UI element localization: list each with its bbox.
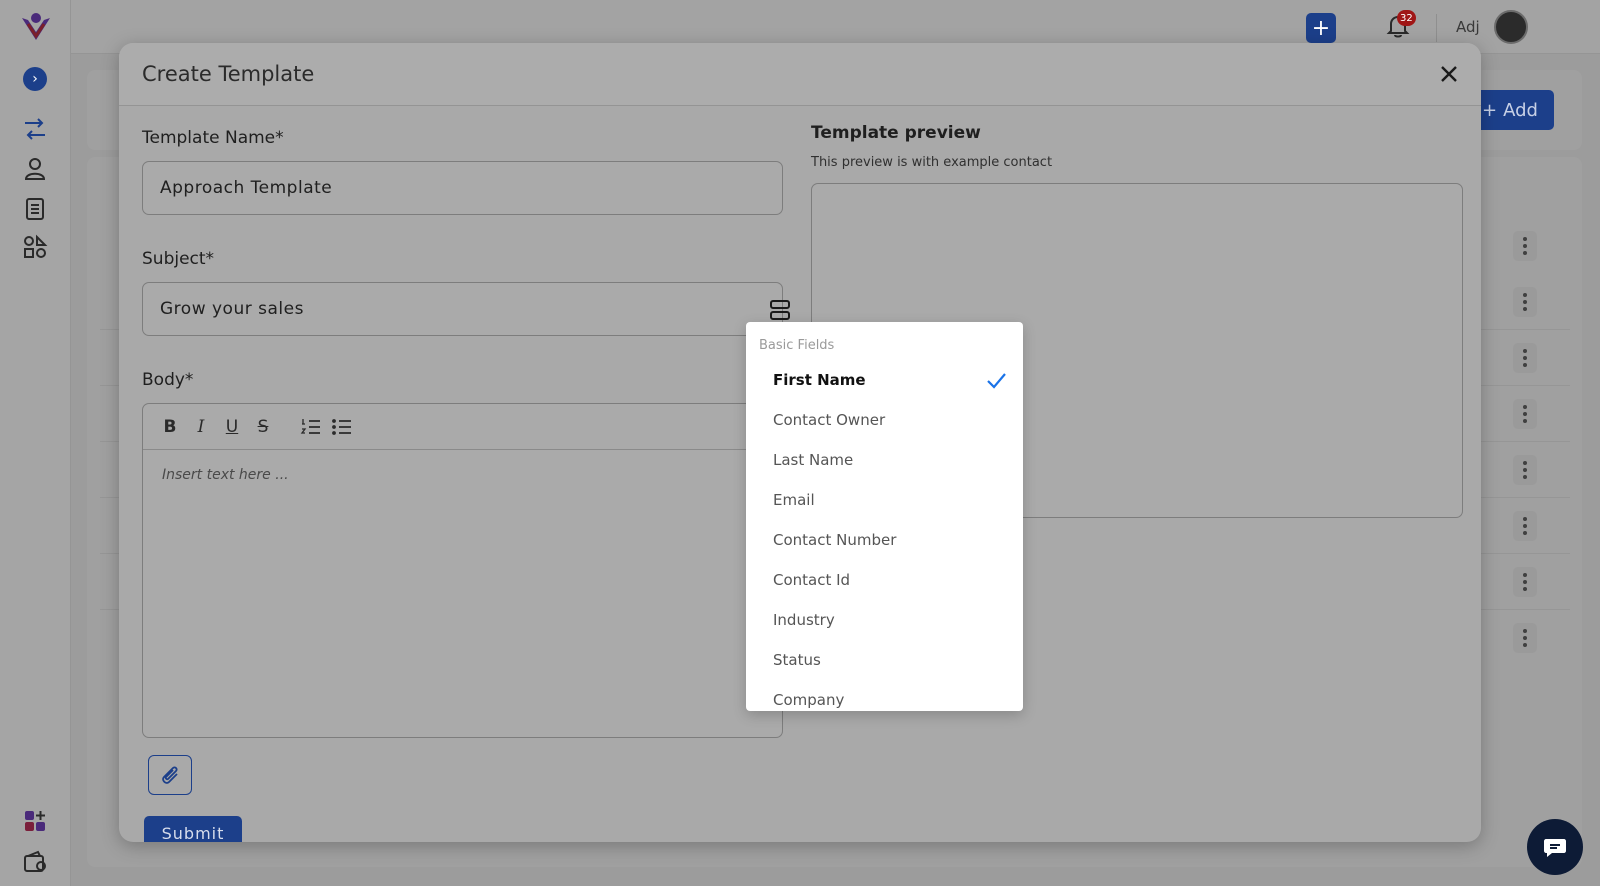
body-label: Body* — [142, 370, 194, 390]
ordered-list-icon[interactable] — [300, 416, 322, 438]
modal-title: Create Template — [142, 62, 315, 86]
dropdown-item-label: Email — [773, 491, 815, 509]
routes-icon[interactable] — [22, 116, 48, 142]
dropdown-item-last-name[interactable]: Last Name — [746, 440, 1023, 480]
preview-subtitle: This preview is with example contact — [811, 155, 1053, 170]
more-vertical-icon[interactable] — [1513, 343, 1537, 373]
more-vertical-icon[interactable] — [1513, 287, 1537, 317]
dropdown-item-label: Contact Id — [773, 571, 851, 589]
field-dropdown: Basic Fields First Name Contact Owner La… — [746, 322, 1023, 711]
user-name[interactable]: Adj — [1456, 18, 1480, 36]
strikethrough-icon[interactable]: S — [252, 416, 274, 438]
chat-button[interactable] — [1527, 819, 1583, 875]
close-icon[interactable] — [1437, 62, 1461, 86]
more-vertical-icon[interactable] — [1513, 511, 1537, 541]
subject-value: Grow your sales — [160, 299, 304, 319]
subject-input[interactable]: Grow your sales — [142, 282, 790, 336]
check-icon — [987, 373, 1006, 389]
bold-icon[interactable]: B — [159, 416, 181, 438]
dropdown-item-contact-number[interactable]: Contact Number — [746, 520, 1023, 560]
wallet-icon[interactable] — [22, 849, 48, 875]
editor-toolbar: B I U S — [143, 404, 782, 450]
modal-header: Create Template — [119, 43, 1481, 106]
template-name-label: Template Name* — [142, 128, 284, 148]
body-placeholder: Insert text here ... — [162, 467, 289, 483]
chevron-right-icon: › — [32, 71, 38, 87]
header-divider — [1436, 14, 1437, 42]
bullet-list-icon[interactable] — [331, 416, 353, 438]
more-vertical-icon[interactable] — [1513, 399, 1537, 429]
dropdown-item-label: Company — [773, 691, 845, 709]
apps-add-icon[interactable] — [22, 808, 48, 834]
more-vertical-icon[interactable] — [1513, 623, 1537, 653]
dropdown-item-contact-owner[interactable]: Contact Owner — [746, 400, 1023, 440]
dropdown-item-label: Status — [773, 651, 821, 669]
dropdown-item-label: First Name — [773, 371, 866, 389]
dropdown-item-company[interactable]: Company — [746, 680, 1023, 711]
shapes-icon[interactable] — [22, 234, 48, 260]
dropdown-item-first-name[interactable]: First Name — [746, 360, 1023, 400]
template-name-input[interactable]: Approach Template — [142, 161, 783, 215]
sidebar-expand-button[interactable]: › — [23, 67, 47, 91]
chat-icon — [1544, 839, 1566, 857]
notification-badge: 32 — [1397, 10, 1416, 26]
quick-add-button[interactable]: + — [1306, 13, 1336, 43]
submit-button[interactable]: Submit — [144, 816, 242, 842]
body-editor[interactable]: B I U S Insert text here ... — [142, 403, 783, 738]
user-icon[interactable] — [22, 156, 48, 182]
dropdown-group-label: Basic Fields — [759, 338, 835, 353]
more-vertical-icon[interactable] — [1513, 567, 1537, 597]
dropdown-item-contact-id[interactable]: Contact Id — [746, 560, 1023, 600]
app-logo-icon[interactable] — [18, 10, 54, 46]
italic-icon[interactable]: I — [190, 416, 212, 438]
more-vertical-icon[interactable] — [1513, 455, 1537, 485]
attach-file-button[interactable] — [148, 755, 192, 795]
paperclip-icon — [162, 766, 178, 784]
preview-title: Template preview — [811, 123, 981, 143]
dropdown-item-industry[interactable]: Industry — [746, 600, 1023, 640]
dropdown-item-label: Contact Owner — [773, 411, 886, 429]
dropdown-item-email[interactable]: Email — [746, 480, 1023, 520]
subject-label: Subject* — [142, 249, 215, 269]
add-button-label: Add — [1503, 99, 1538, 121]
field-picker-icon[interactable] — [769, 299, 791, 321]
more-vertical-icon[interactable] — [1513, 231, 1537, 261]
dropdown-item-label: Industry — [773, 611, 835, 629]
clipboard-list-icon[interactable] — [22, 195, 48, 221]
dropdown-item-status[interactable]: Status — [746, 640, 1023, 680]
avatar[interactable] — [1494, 10, 1528, 44]
dropdown-item-label: Contact Number — [773, 531, 897, 549]
dropdown-item-label: Last Name — [773, 451, 854, 469]
plus-icon: + — [1482, 99, 1498, 121]
plus-icon: + — [1311, 15, 1331, 41]
underline-icon[interactable]: U — [221, 416, 243, 438]
